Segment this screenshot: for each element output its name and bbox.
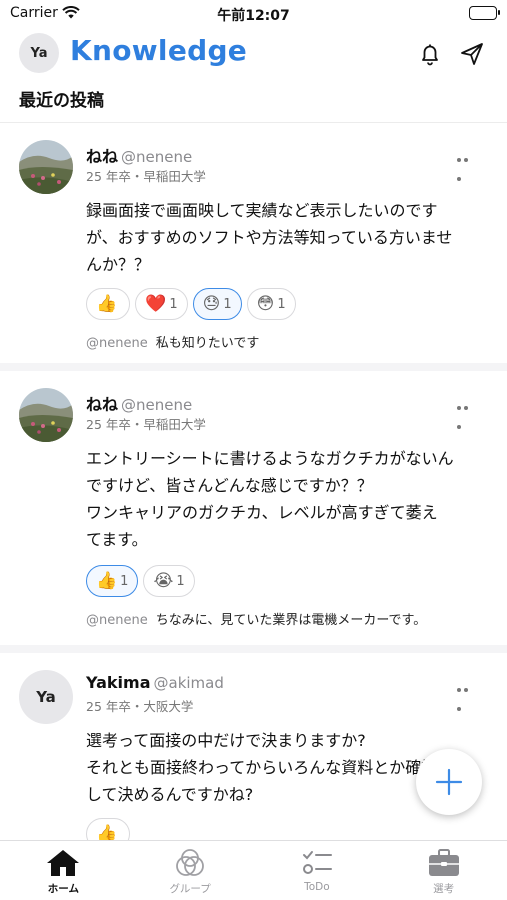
tab-group[interactable]: グループ	[127, 841, 254, 900]
author-name[interactable]: ねね	[86, 147, 118, 166]
battery-icon	[469, 6, 500, 20]
clock-time: 午前12:07	[217, 8, 290, 24]
section-title: 最近の投稿	[19, 91, 104, 111]
tab-home[interactable]: ホーム	[0, 841, 127, 900]
home-icon	[47, 850, 80, 876]
post-author: Yakima @akimad	[86, 673, 224, 692]
tab-todo[interactable]: ToDo	[254, 841, 381, 900]
comment-text: 私も知りたいです	[155, 336, 260, 351]
tab-selection[interactable]: 選考	[380, 841, 507, 900]
bell-icon[interactable]	[416, 40, 444, 68]
profile-avatar-button[interactable]: Ya	[19, 33, 59, 73]
new-post-button[interactable]	[416, 749, 482, 815]
author-handle: @nenene	[121, 148, 193, 166]
user-avatar[interactable]: Ya	[19, 670, 73, 724]
reaction-count: 1	[169, 296, 178, 312]
reaction-count: 1	[120, 573, 129, 589]
tab-bar: ホーム グループ ToDo 選考	[0, 840, 507, 900]
post-body-line: エントリーシートに書けるようなガクチカがないん	[86, 449, 454, 468]
crying-face-icon: 😭	[153, 570, 174, 591]
thumbs-up-icon: 👍	[96, 570, 118, 591]
author-meta: 25 年卒・早稲田大学	[86, 169, 206, 184]
plus-icon	[435, 768, 463, 796]
comment-preview[interactable]: @nenene 私も知りたいです	[86, 332, 259, 351]
post-card[interactable]: Ya Yakima @akimad 25 年卒・大阪大学 選考って面接の中だけで決…	[0, 653, 507, 840]
status-bar: Carrier 午前12:07	[0, 0, 507, 28]
thumbs-up-icon: 👍	[96, 823, 118, 840]
tab-label: ホーム	[47, 883, 79, 895]
comment-text: ちなみに、見ていた業界は電機メーカーです。	[155, 613, 427, 628]
post-body-line: てます。	[86, 530, 148, 549]
tab-label: グループ	[169, 883, 211, 895]
todo-icon	[302, 851, 332, 874]
app-title: Knowledge	[70, 34, 248, 67]
briefcase-icon	[428, 849, 459, 876]
more-options-icon[interactable]	[457, 677, 477, 711]
post-body-line: んか？？	[86, 255, 151, 274]
tab-label: ToDo	[304, 881, 330, 893]
post-body: 録画面接で画面映して実績など表示したいのです が、おすすめのソフトや方法等知って…	[86, 197, 491, 278]
comment-preview[interactable]: @nenene ちなみに、見ていた業界は電機メーカーです。	[86, 609, 426, 628]
post-body-line: ワンキャリアのガクチカ、レベルが高すぎて萎え	[86, 503, 438, 522]
user-avatar-photo[interactable]	[19, 140, 73, 194]
reaction-flushed[interactable]: 😳 1	[246, 288, 296, 320]
post-card[interactable]: ねね @nenene 25 年卒・早稲田大学 録画面接で画面映して実績など表示した…	[0, 123, 507, 363]
comment-handle: @nenene	[86, 336, 148, 351]
flushed-face-icon: 😳	[256, 293, 275, 314]
author-name[interactable]: Yakima	[86, 673, 151, 692]
post-author: ねね @nenene	[86, 391, 192, 415]
author-name[interactable]: ねね	[86, 395, 118, 414]
post-card[interactable]: ねね @nenene 25 年卒・早稲田大学 エントリーシートに書けるようなガクチ…	[0, 371, 507, 645]
reaction-count: 1	[176, 573, 185, 589]
post-feed[interactable]: ねね @nenene 25 年卒・早稲田大学 録画面接で画面映して実績など表示した…	[0, 123, 507, 840]
author-meta: 25 年卒・早稲田大学	[86, 417, 206, 432]
reaction-count: 1	[277, 296, 286, 312]
reaction-list: 👍 1 😭 1	[86, 565, 195, 597]
reaction-thumbs-up[interactable]: 👍	[86, 288, 131, 320]
send-icon[interactable]	[458, 40, 486, 68]
author-handle: @akimad	[153, 674, 224, 692]
user-avatar-photo[interactable]	[19, 388, 73, 442]
reaction-list: 👍 ❤️ 1 😓 1 😳 1	[86, 288, 296, 320]
post-body-line: 選考って面接の中だけで決まりますか?	[86, 731, 366, 750]
post-separator	[0, 363, 507, 371]
post-author: ねね @nenene	[86, 143, 192, 167]
post-body-line: が、おすすめのソフトや方法等知っている方いませ	[86, 228, 453, 247]
reaction-sweat[interactable]: 😓 1	[192, 288, 242, 320]
more-options-icon[interactable]	[457, 395, 477, 429]
post-body: エントリーシートに書けるようなガクチカがないん ですけど、皆さんどんな感じですか…	[86, 445, 491, 553]
post-body-line: ですけど、皆さんどんな感じですか？？	[86, 476, 373, 495]
thumbs-up-icon: 👍	[96, 293, 118, 314]
sweat-face-icon: 😓	[202, 293, 221, 314]
post-separator	[0, 645, 507, 653]
tab-label: 選考	[433, 883, 455, 895]
more-options-icon[interactable]	[457, 147, 477, 181]
author-handle: @nenene	[121, 396, 193, 414]
reaction-count: 1	[223, 296, 232, 312]
reaction-thumbs-up[interactable]: 👍 1	[86, 565, 139, 597]
reaction-thumbs-up[interactable]: 👍	[86, 818, 131, 840]
app-header: Ya Knowledge	[0, 30, 507, 78]
reaction-heart[interactable]: ❤️ 1	[135, 288, 188, 320]
reaction-list: 👍	[86, 818, 131, 840]
author-meta: 25 年卒・大阪大学	[86, 699, 194, 714]
heart-icon: ❤️	[145, 293, 167, 314]
post-body-line: 録画面接で画面映して実績など表示したいのです	[86, 201, 438, 220]
group-icon	[176, 849, 205, 876]
comment-handle: @nenene	[86, 613, 148, 628]
reaction-crying[interactable]: 😭 1	[143, 565, 195, 597]
